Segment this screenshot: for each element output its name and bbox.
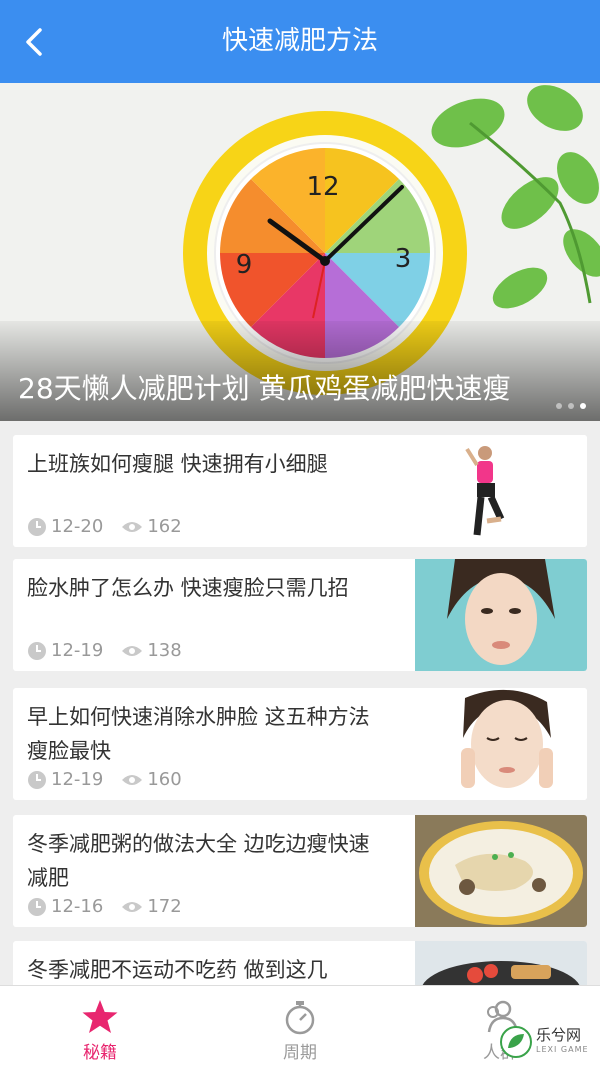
watermark-logo: 乐兮网 LEXI GAME (500, 1024, 600, 1064)
article-card[interactable]: 脸水肿了怎么办 快速瘦脸只需几招 12-19 138 (13, 559, 587, 671)
article-meta: 12-19 160 (27, 769, 182, 790)
watermark-subtext: LEXI GAME (536, 1045, 589, 1054)
tab-label: 秘籍 (83, 1043, 117, 1063)
article-title[interactable]: 早上如何快速消除水肿脸 这五种方法瘦脸最快 (27, 700, 387, 768)
article-thumbnail (415, 559, 587, 671)
banner-carousel[interactable]: 12 3 9 28天懒人减肥计划 黄瓜鸡蛋减肥快速瘦 (0, 83, 600, 421)
article-thumbnail (415, 435, 587, 547)
eye-icon (122, 645, 143, 656)
clock-icon (28, 770, 46, 789)
header: 快速减肥方法 (0, 0, 600, 83)
article-date: 12-19 (51, 769, 104, 790)
article-date: 12-20 (51, 516, 104, 537)
clock-icon (28, 517, 46, 536)
stopwatch-icon (285, 1001, 315, 1035)
star-icon (82, 1000, 118, 1033)
article-date: 12-19 (51, 640, 104, 661)
article-title[interactable]: 上班族如何瘦腿 快速拥有小细腿 (27, 447, 387, 481)
carousel-indicator (556, 403, 586, 409)
tab-cycle[interactable]: 周期 (200, 986, 400, 1068)
article-meta: 12-20 162 (27, 516, 182, 537)
article-views: 162 (147, 516, 182, 537)
article-title[interactable]: 冬季减肥不运动不吃药 做到这几 (27, 953, 387, 987)
article-card[interactable]: 冬季减肥粥的做法大全 边吃边瘦快速减肥 12-16 172 (13, 815, 587, 927)
carousel-dot (556, 403, 562, 409)
article-meta: 12-19 138 (27, 640, 182, 661)
page-title: 快速减肥方法 (221, 26, 378, 56)
banner-caption: 28天懒人减肥计划 黄瓜鸡蛋减肥快速瘦 (0, 321, 600, 421)
article-thumbnail (415, 688, 587, 800)
article-views: 160 (147, 769, 182, 790)
clock-number-3: 3 (395, 244, 412, 274)
carousel-dot-active (580, 403, 586, 409)
clock-number-12: 12 (306, 172, 339, 202)
tab-label: 周期 (283, 1043, 317, 1063)
article-card[interactable]: 早上如何快速消除水肿脸 这五种方法瘦脸最快 12-19 160 (13, 688, 587, 800)
article-thumbnail (415, 815, 587, 927)
article-title[interactable]: 冬季减肥粥的做法大全 边吃边瘦快速减肥 (27, 827, 387, 895)
clock-icon (28, 641, 46, 660)
article-title[interactable]: 脸水肿了怎么办 快速瘦脸只需几招 (27, 571, 387, 605)
tab-secrets[interactable]: 秘籍 (0, 986, 200, 1068)
watermark-text: 乐兮网 (536, 1026, 582, 1044)
banner-title[interactable]: 28天懒人减肥计划 黄瓜鸡蛋减肥快速瘦 (18, 371, 570, 407)
bottom-tab-bar: 秘籍 周期 人群 乐兮网 LEXI GAME (0, 985, 600, 1068)
leaf-logo-icon (500, 1026, 532, 1058)
carousel-dot (568, 403, 574, 409)
article-views: 138 (147, 640, 182, 661)
article-date: 12-16 (51, 896, 104, 917)
eye-icon (122, 774, 143, 785)
clock-icon (28, 897, 46, 916)
eye-icon (122, 521, 143, 532)
article-meta: 12-16 172 (27, 896, 182, 917)
article-views: 172 (147, 896, 182, 917)
clock-number-9: 9 (236, 250, 253, 280)
eye-icon (122, 901, 143, 912)
article-card[interactable]: 上班族如何瘦腿 快速拥有小细腿 12-20 162 (13, 435, 587, 547)
